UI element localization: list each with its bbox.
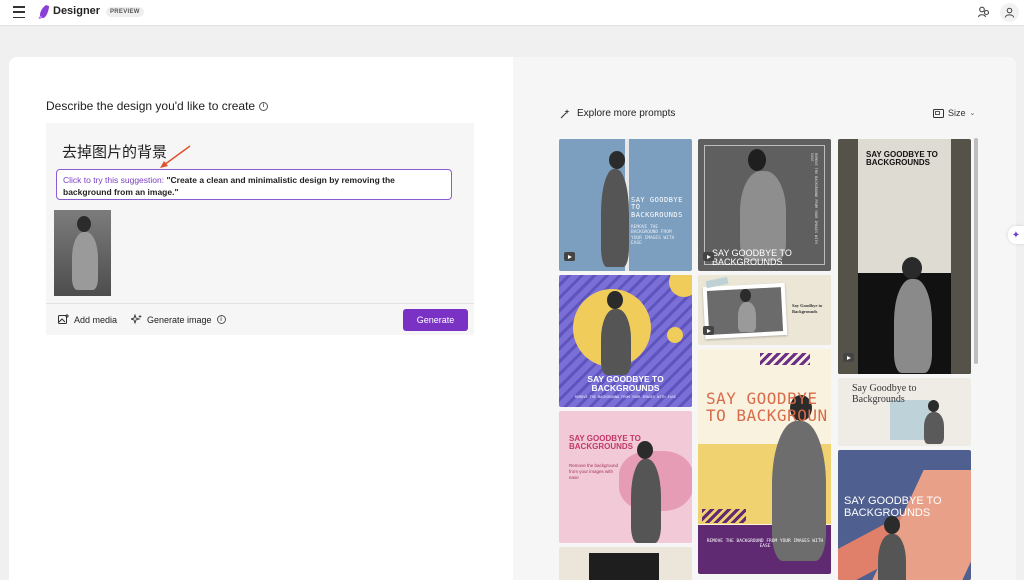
template-headline: SAY GOODBYE TO BACKGROUNDS [631, 196, 683, 219]
template-subline: REMOVE THE BACKGROUND FROM YOUR IMAGES W… [706, 539, 824, 550]
video-badge-icon [564, 252, 575, 261]
template-tile-6[interactable]: Say Goodbye to Backgrounds [698, 275, 831, 345]
generate-button[interactable]: Generate [403, 309, 468, 331]
template-tile-5[interactable]: SAY GOODBYE TO BACKGROUNDS REMOVE THE BA… [698, 139, 831, 271]
template-gallery: SAY GOODBYE TO BACKGROUNDS REMOVE THE BA… [559, 139, 979, 580]
sparkle-wand-icon [560, 109, 570, 119]
annotation-arrow [160, 145, 191, 168]
template-headline: Say Goodbye to Backgrounds [792, 303, 823, 314]
attached-image-thumbnail[interactable] [54, 210, 111, 296]
top-bar: Designer PREVIEW [0, 0, 1024, 26]
template-headline: SAY GOODBYE TO BACKGROUNDS [569, 434, 641, 452]
template-tile-1[interactable]: SAY GOODBYE TO BACKGROUNDS REMOVE THE BA… [559, 139, 692, 271]
template-tile-7[interactable]: SAY GOODBYE TO BACKGROUN REMOVE THE BACK… [698, 349, 831, 574]
video-badge-icon [703, 252, 714, 261]
share-people-icon[interactable] [977, 5, 991, 19]
add-media-icon [58, 314, 69, 324]
template-headline: SAY GOODBYE TO BACKGROUNDS [844, 495, 942, 519]
sparkle-icon [131, 314, 142, 325]
hamburger-menu-icon[interactable] [12, 5, 26, 19]
suggestion-lead: Click to try this suggestion: [63, 175, 167, 185]
create-design-dialog: Describe the design you'd like to create… [9, 57, 1016, 580]
app-brand[interactable]: Designer [53, 5, 100, 17]
prompt-suggestion[interactable]: Click to try this suggestion: "Create a … [56, 169, 452, 200]
info-icon[interactable]: i [259, 101, 269, 111]
size-dropdown[interactable]: Size ⌄ [933, 108, 975, 118]
template-tile-4[interactable] [559, 547, 692, 580]
copilot-sparkle-icon[interactable]: ✦ [1008, 226, 1024, 244]
size-label: Size [948, 108, 966, 118]
prompt-actions: Add media Generate image i Generate [46, 303, 474, 335]
gallery-scrollbar[interactable] [974, 138, 978, 364]
template-subline: REMOVE THE BACKGROUND FROM YOUR IMAGES W… [631, 225, 675, 247]
template-headline: SAY GOODBYE TO BACKGROUNDS [866, 150, 938, 168]
template-headline: SAY GOODBYE TO BACKGROUNDS [587, 374, 664, 393]
add-media-label: Add media [74, 314, 118, 325]
prompt-title: Describe the design you'd like to create… [46, 99, 269, 113]
video-badge-icon [703, 326, 714, 335]
chevron-down-icon: ⌄ [969, 110, 976, 117]
size-icon [933, 108, 944, 118]
generate-image-button[interactable]: Generate image i [131, 314, 226, 325]
template-subline: Remove the background from your images w… [569, 463, 619, 480]
explore-prompts[interactable]: Explore more prompts [560, 108, 675, 119]
prompt-input-card: 去掉图片的背景 Click to try this suggestion: "C… [46, 123, 474, 335]
preview-badge: PREVIEW [106, 7, 144, 17]
template-headline: SAY GOODBYE TO BACKGROUN [706, 389, 828, 425]
template-tile-2[interactable]: SAY GOODBYE TO BACKGROUNDS REMOVE THE BA… [559, 275, 692, 407]
prompt-gallery-pane: ✕ Explore more prompts Size ⌄ SAY GOODBY… [513, 57, 1016, 580]
template-tile-8[interactable]: SAY GOODBYE TO BACKGROUNDS [838, 139, 971, 374]
video-badge-icon [843, 353, 854, 362]
designer-logo-icon [37, 4, 51, 20]
add-media-button[interactable]: Add media [58, 314, 117, 325]
generate-image-label: Generate image [147, 314, 212, 325]
template-tile-3[interactable]: SAY GOODBYE TO BACKGROUNDS Remove the ba… [559, 411, 692, 543]
template-subline: REMOVE THE BACKGROUND FROM YOUR IMAGES W… [574, 395, 677, 399]
template-headline: Say Goodbye to Backgrounds [852, 383, 917, 405]
prompt-input[interactable]: 去掉图片的背景 [62, 141, 167, 162]
explore-prompts-label: Explore more prompts [577, 108, 676, 119]
template-subline: REMOVE THE BACKGROUND FROM YOUR IMAGES W… [810, 153, 818, 244]
prompt-title-text: Describe the design you'd like to create [46, 99, 256, 113]
generate-image-info-icon[interactable]: i [216, 315, 226, 324]
account-icon[interactable] [1000, 3, 1019, 22]
template-tile-9[interactable]: Say Goodbye to Backgrounds [838, 378, 971, 446]
template-tile-10[interactable]: SAY GOODBYE TO BACKGROUNDS [838, 450, 971, 580]
